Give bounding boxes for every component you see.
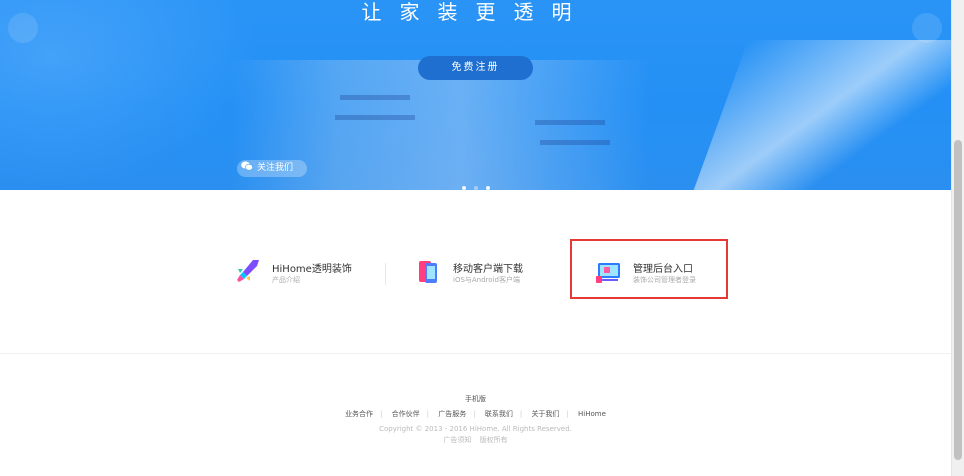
pillow-stripe [540,140,610,145]
register-button[interactable]: 免费注册 [418,56,533,80]
footer-bottom-links: 广告须知 版权所有 [0,435,951,445]
hero-brush-left [0,0,260,190]
pillow-stripe [335,115,415,120]
footer-links: 业务合作 | 合作伙伴 | 广告服务 | 联系我们 | 关于我们 | HiHome [345,410,606,418]
page-scrollbar[interactable] [951,0,964,476]
footer-link[interactable]: HiHome [578,410,606,418]
mobile-version-link[interactable]: 手机版 [0,394,951,404]
feature-subtitle: iOS与Android客户端 [453,276,520,284]
slide-dot[interactable] [462,186,466,190]
feature-divider [385,263,386,285]
phone-icon [419,261,437,283]
footer-link[interactable]: 联系我们 [485,410,513,418]
footer-bottom-link[interactable]: 广告须知 [443,436,471,444]
rocket-icon [237,260,259,282]
feature-title: 移动客户端下载 [453,264,523,275]
footer-link[interactable]: 关于我们 [531,410,559,418]
wechat-icon [241,161,253,171]
footer-divider [0,353,951,354]
slide-dot[interactable] [474,186,478,190]
pillow-stripe [340,95,410,100]
follow-us-label: 关注我们 [257,163,294,173]
footer-bottom-link[interactable]: 版权所有 [480,436,508,444]
slide-indicators [462,175,498,190]
footer-link[interactable]: 广告服务 [438,410,466,418]
scrollbar-thumb[interactable] [954,140,962,460]
copyright-text: Copyright © 2013 - 2016 HiHome. All Righ… [379,425,572,433]
footer-link[interactable]: 合作伙伴 [392,410,420,418]
hero-banner: 让家装更透明 免费注册 关注我们 [0,0,951,190]
footer-link[interactable]: 业务合作 [345,410,373,418]
feature-title: HiHome透明装饰 [272,264,352,275]
slide-dot-active[interactable] [486,186,490,190]
hero-title: 让家装更透明 [361,0,590,24]
feature-subtitle: 产品介绍 [272,276,300,284]
pillow-stripe [535,120,605,125]
follow-us-button[interactable]: 关注我们 [237,160,307,177]
highlight-box [570,239,728,299]
hero-brush-right [693,40,951,190]
